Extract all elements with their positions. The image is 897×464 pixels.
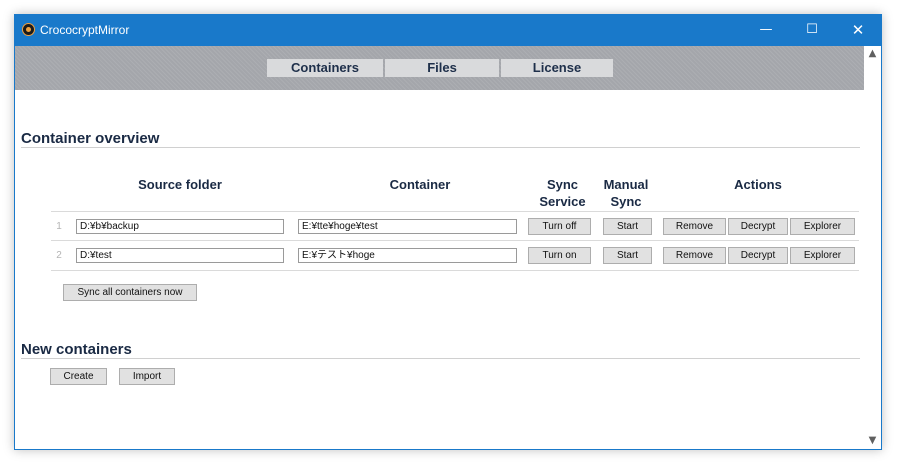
tab-containers[interactable]: Containers: [267, 59, 383, 77]
row-divider: [51, 211, 859, 212]
decrypt-button[interactable]: Decrypt: [728, 218, 788, 235]
container-overview-heading: Container overview: [21, 130, 160, 147]
source-folder-field[interactable]: D:¥b¥backup: [76, 219, 284, 234]
new-containers-heading: New containers: [21, 341, 132, 358]
app-window: CrococryptMirror — ☐ ✕ Containers Files …: [14, 14, 882, 450]
row-divider: [51, 240, 859, 241]
maximize-icon[interactable]: ☐: [789, 15, 835, 46]
close-icon[interactable]: ✕: [835, 15, 881, 46]
column-header-source-folder: Source folder: [138, 177, 222, 192]
sync-service-line2: Service: [539, 194, 586, 209]
sync-toggle-button[interactable]: Turn off: [528, 218, 591, 235]
tab-license[interactable]: License: [501, 59, 613, 77]
column-header-manual-sync: Manual Sync: [593, 176, 659, 210]
divider: [21, 358, 860, 359]
manual-sync-line1: Manual: [603, 177, 649, 192]
row-number: 2: [56, 250, 62, 261]
row-number: 1: [56, 221, 62, 232]
import-button[interactable]: Import: [119, 368, 175, 385]
explorer-button[interactable]: Explorer: [790, 247, 855, 264]
start-sync-button[interactable]: Start: [603, 218, 652, 235]
app-logo-icon: [22, 23, 35, 36]
source-folder-field[interactable]: D:¥test: [76, 248, 284, 263]
main-content: Containers Files License Container overv…: [15, 46, 864, 449]
minimize-icon[interactable]: —: [743, 15, 789, 46]
window-title: CrococryptMirror: [40, 23, 130, 37]
start-sync-button[interactable]: Start: [603, 247, 652, 264]
remove-button[interactable]: Remove: [663, 218, 726, 235]
container-path-field[interactable]: E:¥tte¥hoge¥test: [298, 219, 517, 234]
tab-bar: Containers Files License: [15, 46, 864, 90]
vertical-scrollbar[interactable]: ▲ ▼: [864, 46, 881, 449]
tab-files[interactable]: Files: [385, 59, 499, 77]
decrypt-button[interactable]: Decrypt: [728, 247, 788, 264]
scroll-down-icon[interactable]: ▼: [864, 433, 881, 449]
divider: [21, 147, 860, 148]
scroll-up-icon[interactable]: ▲: [864, 46, 881, 62]
create-button[interactable]: Create: [50, 368, 107, 385]
sync-service-line1: Sync: [546, 177, 579, 192]
remove-button[interactable]: Remove: [663, 247, 726, 264]
sync-all-button[interactable]: Sync all containers now: [63, 284, 197, 301]
container-path-field[interactable]: E:¥テスト¥hoge: [298, 248, 517, 263]
title-bar[interactable]: CrococryptMirror — ☐ ✕: [15, 15, 881, 46]
explorer-button[interactable]: Explorer: [790, 218, 855, 235]
column-header-actions: Actions: [734, 177, 782, 192]
column-header-container: Container: [389, 177, 451, 192]
row-divider: [51, 270, 859, 271]
column-header-sync-service: Sync Service: [525, 176, 600, 210]
sync-toggle-button[interactable]: Turn on: [528, 247, 591, 264]
manual-sync-line2: Sync: [610, 194, 642, 209]
